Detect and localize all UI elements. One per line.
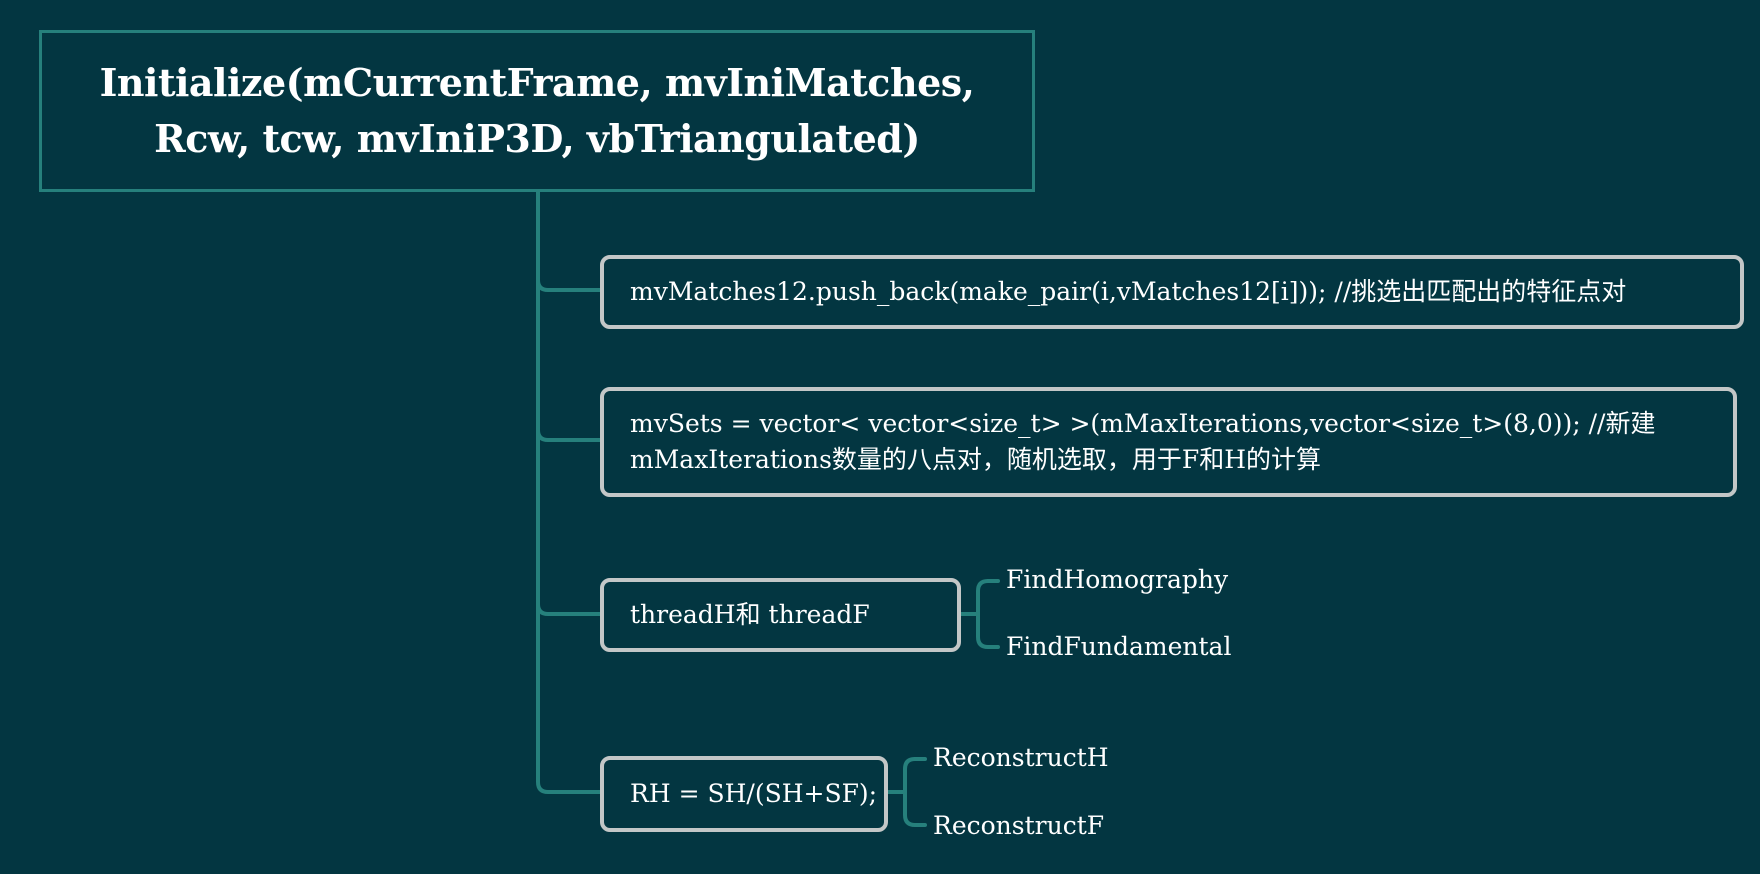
leaf-reconstruct-f: ReconstructF [933, 811, 1105, 840]
root-node: Initialize(mCurrentFrame, mvIniMatches, … [39, 30, 1035, 192]
node-rh: RH = SH/(SH+SF); [600, 756, 888, 832]
branch-connector-1 [536, 278, 602, 292]
leaf-find-homography: FindHomography [1006, 565, 1229, 594]
leaf-reconstruct-h: ReconstructH [933, 743, 1109, 772]
node-thread: threadH和 threadF [600, 578, 961, 652]
node-mvsets-label: mvSets = vector< vector<size_t> >(mMaxIt… [630, 409, 1656, 474]
node-rh-label: RH = SH/(SH+SF); [630, 779, 878, 808]
sub-connector-4-a [903, 757, 927, 827]
node-thread-label: threadH和 threadF [630, 600, 870, 629]
branch-connector-2 [536, 428, 602, 442]
branch-connector-3 [536, 602, 602, 616]
sub-connector-3-a [976, 579, 1000, 649]
trunk-connector [536, 190, 602, 794]
node-push-back: mvMatches12.push_back(make_pair(i,vMatch… [600, 255, 1744, 329]
node-mvsets: mvSets = vector< vector<size_t> >(mMaxIt… [600, 387, 1737, 497]
leaf-find-fundamental: FindFundamental [1006, 632, 1232, 661]
node-push-back-label: mvMatches12.push_back(make_pair(i,vMatch… [630, 277, 1627, 306]
root-title: Initialize(mCurrentFrame, mvIniMatches, … [99, 60, 975, 161]
